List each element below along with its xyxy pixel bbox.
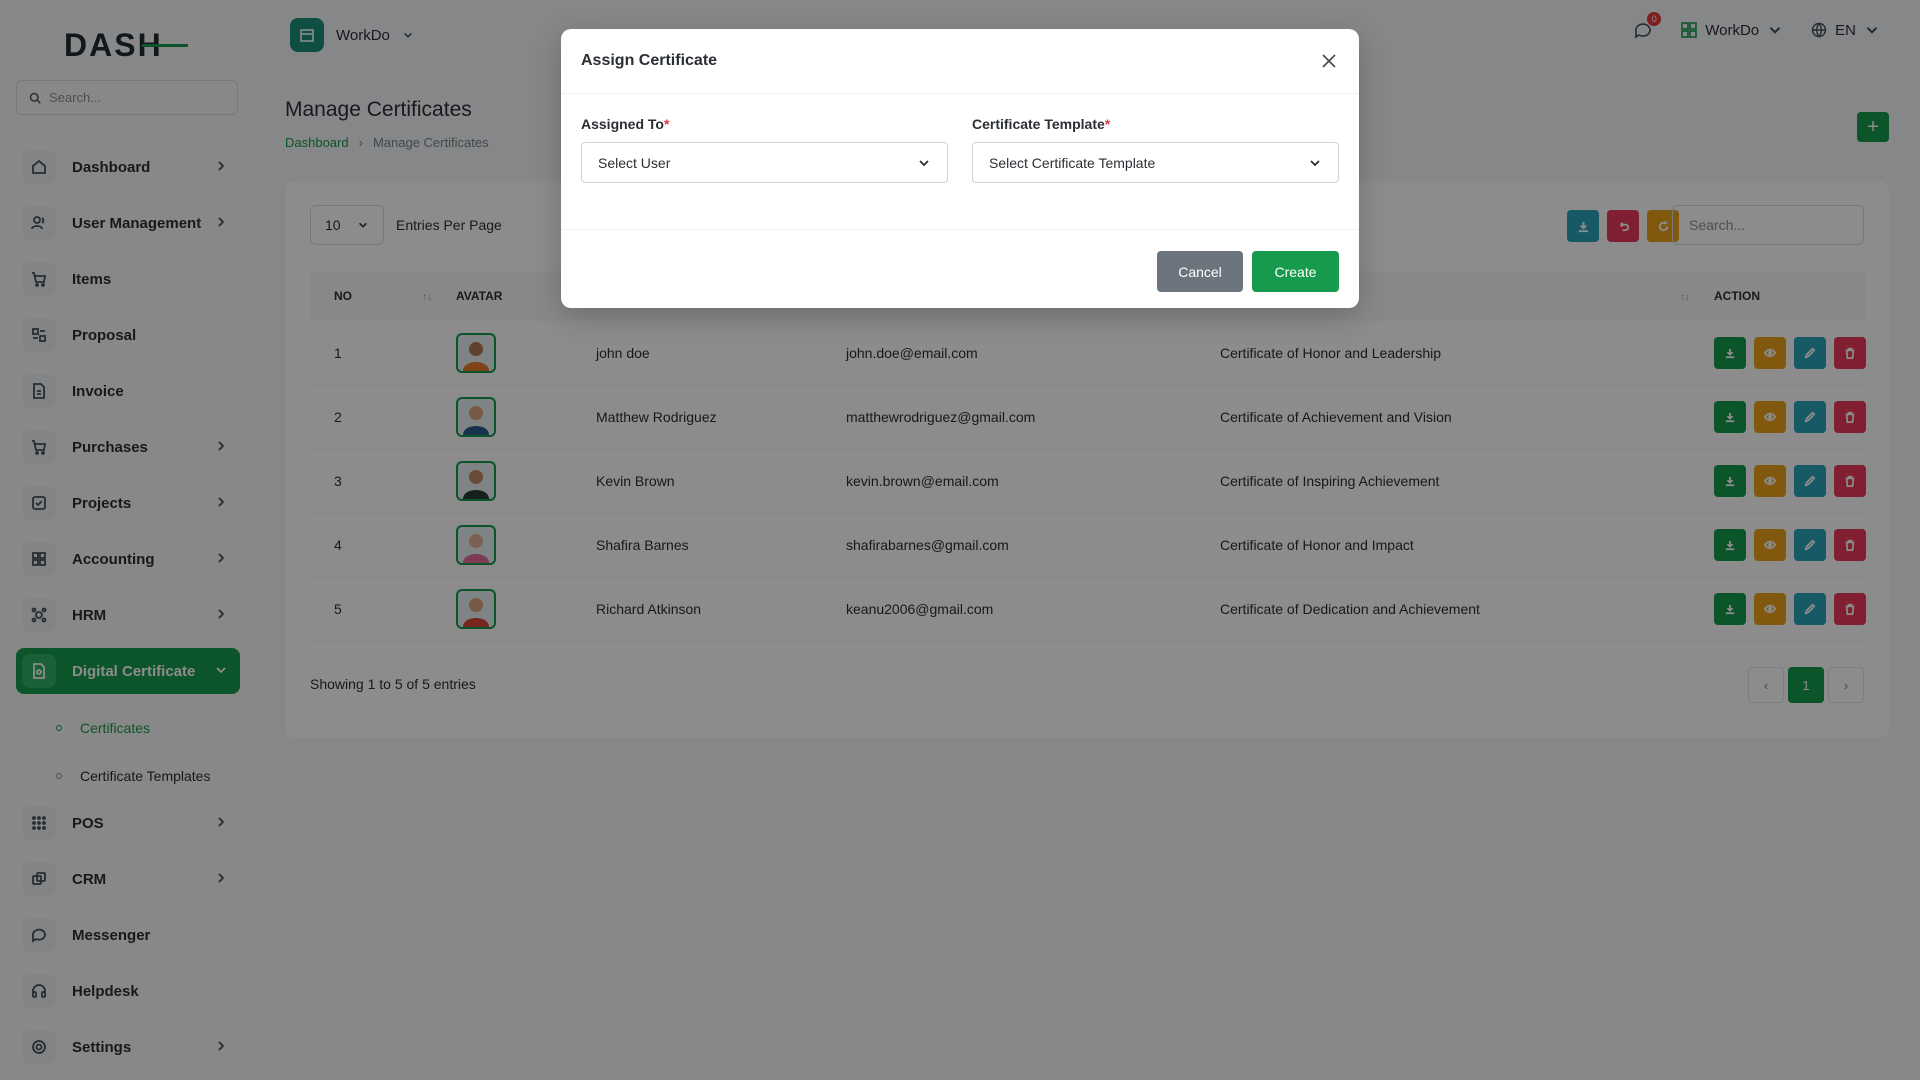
modal-title: Assign Certificate (581, 52, 718, 69)
assigned-to-select[interactable]: Select User (581, 142, 948, 183)
required-mark: * (663, 116, 670, 132)
certificate-template-select[interactable]: Select Certificate Template (972, 142, 1339, 183)
modal-header: Assign Certificate (561, 29, 1359, 94)
assigned-to-value: Select User (598, 154, 671, 171)
create-button[interactable]: Create (1252, 251, 1339, 292)
certificate-template-value: Select Certificate Template (989, 154, 1156, 171)
assigned-to-field: Assigned To* Select User (581, 116, 948, 183)
required-mark: * (1104, 116, 1111, 132)
chevron-down-icon (1310, 159, 1320, 166)
cancel-button[interactable]: Cancel (1157, 251, 1243, 292)
certificate-template-label: Certificate Template* (972, 116, 1111, 132)
modal-footer: Cancel Create (561, 230, 1359, 308)
assigned-to-label: Assigned To* (581, 116, 670, 132)
close-icon[interactable] (1319, 51, 1339, 71)
certificate-template-field: Certificate Template* Select Certificate… (972, 116, 1339, 183)
modal-body: Assigned To* Select User Certificate Tem… (561, 94, 1359, 230)
assign-certificate-modal: Assign Certificate Assigned To* Select U… (561, 29, 1359, 308)
chevron-down-icon (919, 159, 929, 166)
